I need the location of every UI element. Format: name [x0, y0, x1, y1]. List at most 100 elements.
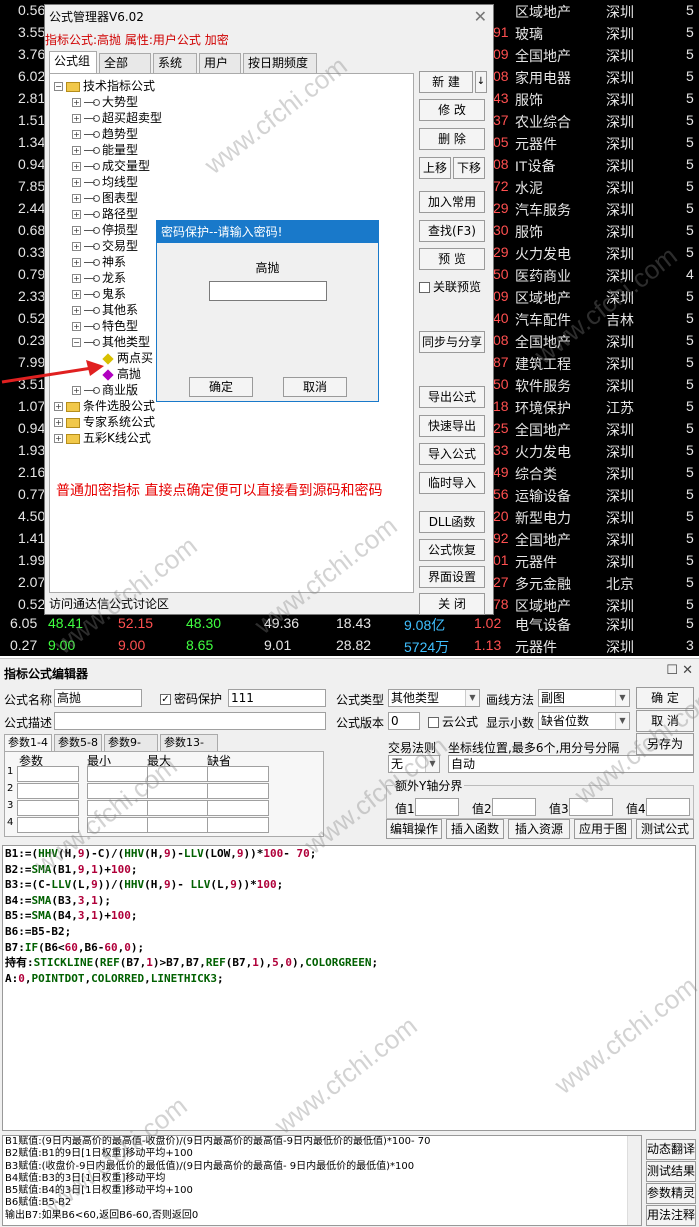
- tab-4[interactable]: 按日期频度: [243, 53, 317, 73]
- tree-node[interactable]: + 其他系: [72, 302, 138, 318]
- tree-node[interactable]: − 技术指标公式: [54, 78, 155, 94]
- password-input[interactable]: [209, 281, 327, 301]
- temp-import-button[interactable]: 临时导入: [419, 472, 485, 494]
- tab-2[interactable]: 系统: [153, 53, 197, 73]
- name-input[interactable]: 高抛: [54, 689, 142, 707]
- param-cell[interactable]: [17, 783, 79, 799]
- tree-node[interactable]: + 图表型: [72, 190, 138, 206]
- sync-share-button[interactable]: 同步与分享: [419, 331, 485, 353]
- axis-value-input[interactable]: [415, 798, 459, 816]
- desc-input[interactable]: [54, 712, 326, 730]
- decimals-select[interactable]: 缺省位数 ▼: [538, 712, 630, 730]
- expand-icon[interactable]: +: [72, 130, 81, 139]
- type-select[interactable]: 其他类型 ▼: [388, 689, 480, 707]
- param-tab-0[interactable]: 参数1-4: [4, 734, 52, 752]
- add-common-button[interactable]: 加入常用: [419, 191, 485, 213]
- collapse-icon[interactable]: −: [54, 82, 63, 91]
- stock-row[interactable]: 0.27 9.00 9.00 8.65 9.01 28.82 5724万 1.13 元器件 深圳 3: [0, 635, 699, 656]
- maximize-icon[interactable]: ☐: [666, 663, 678, 678]
- tree-node[interactable]: + 神系: [72, 254, 126, 270]
- tree-node[interactable]: + 停损型: [72, 222, 138, 238]
- tab-3[interactable]: 用户: [199, 53, 241, 73]
- move-down-button[interactable]: 下移: [453, 157, 485, 179]
- export-button[interactable]: 导出公式: [419, 386, 485, 408]
- axis-value-input[interactable]: [492, 798, 536, 816]
- side-button-2[interactable]: 参数精灵: [646, 1183, 696, 1204]
- action-button-4[interactable]: 测试公式: [636, 819, 694, 839]
- tree-node[interactable]: − 其他类型: [72, 334, 150, 350]
- side-button-0[interactable]: 动态翻译: [646, 1139, 696, 1160]
- expand-icon[interactable]: +: [72, 146, 81, 155]
- new-button[interactable]: 新 建: [419, 71, 473, 93]
- close-icon[interactable]: ✕: [474, 7, 487, 26]
- find-button[interactable]: 查找(F3): [419, 220, 485, 242]
- tree-node[interactable]: + 龙系: [72, 270, 126, 286]
- expand-icon[interactable]: +: [72, 114, 81, 123]
- modify-button[interactable]: 修 改: [419, 99, 485, 121]
- expand-icon[interactable]: +: [72, 322, 81, 331]
- tree-node[interactable]: + 五彩K线公式: [54, 430, 151, 446]
- tree-node[interactable]: + 交易型: [72, 238, 138, 254]
- password-field[interactable]: 111: [228, 689, 326, 707]
- scrollbar[interactable]: [627, 1136, 641, 1225]
- tree-node[interactable]: + 路径型: [72, 206, 138, 222]
- axis-value-input[interactable]: [646, 798, 690, 816]
- param-cell[interactable]: [207, 783, 269, 799]
- side-button-3[interactable]: 用法注释: [646, 1205, 696, 1226]
- expand-icon[interactable]: +: [72, 178, 81, 187]
- param-cell[interactable]: [147, 800, 209, 816]
- expand-icon[interactable]: +: [72, 258, 81, 267]
- close-button[interactable]: 关 闭: [419, 593, 485, 615]
- expand-icon[interactable]: +: [54, 418, 63, 427]
- tree-node[interactable]: + 超买超卖型: [72, 110, 162, 126]
- action-button-0[interactable]: 编辑操作: [386, 819, 442, 839]
- tree-node[interactable]: + 鬼系: [72, 286, 126, 302]
- close-icon[interactable]: ✕: [682, 663, 693, 678]
- tab-1[interactable]: 全部: [99, 53, 151, 73]
- pwd-protect-checkbox[interactable]: ✓ 密码保护: [160, 690, 222, 707]
- expand-icon[interactable]: +: [72, 242, 81, 251]
- coord-input[interactable]: 自动: [448, 755, 694, 773]
- expand-icon[interactable]: +: [72, 98, 81, 107]
- param-cell[interactable]: [207, 766, 269, 782]
- tree-node[interactable]: + 均线型: [72, 174, 138, 190]
- restore-button[interactable]: 公式恢复: [419, 539, 485, 561]
- expand-icon[interactable]: +: [72, 194, 81, 203]
- import-button[interactable]: 导入公式: [419, 443, 485, 465]
- expand-icon[interactable]: +: [72, 162, 81, 171]
- ui-settings-button[interactable]: 界面设置: [419, 566, 485, 588]
- cloud-checkbox[interactable]: 云公式: [428, 713, 478, 730]
- tree-node[interactable]: + 大势型: [72, 94, 138, 110]
- tab-0[interactable]: 公式组: [49, 51, 97, 73]
- tree-node[interactable]: + 趋势型: [72, 126, 138, 142]
- preview-button[interactable]: 预 览: [419, 248, 485, 270]
- expand-icon[interactable]: +: [54, 402, 63, 411]
- collapse-icon[interactable]: −: [72, 338, 81, 347]
- param-tab-1[interactable]: 参数5-8: [54, 734, 102, 752]
- expand-icon[interactable]: +: [72, 226, 81, 235]
- expand-icon[interactable]: +: [72, 274, 81, 283]
- param-cell[interactable]: [17, 800, 79, 816]
- tree-node[interactable]: + 能量型: [72, 142, 138, 158]
- draw-select[interactable]: 副图 ▼: [538, 689, 630, 707]
- link-preview-checkbox[interactable]: 关联预览: [419, 278, 481, 295]
- version-input[interactable]: 0: [388, 712, 420, 730]
- tree-node[interactable]: + 专家系统公式: [54, 414, 155, 430]
- param-cell[interactable]: [207, 800, 269, 816]
- action-button-2[interactable]: 插入资源: [508, 819, 570, 839]
- expand-icon[interactable]: +: [72, 290, 81, 299]
- action-button-3[interactable]: 应用于图: [574, 819, 632, 839]
- quick-export-button[interactable]: 快速导出: [419, 415, 485, 437]
- expand-icon[interactable]: +: [72, 306, 81, 315]
- expand-icon[interactable]: +: [54, 434, 63, 443]
- tree-node[interactable]: + 特色型: [72, 318, 138, 334]
- tree-node[interactable]: + 条件选股公式: [54, 398, 155, 414]
- delete-button[interactable]: 删 除: [419, 128, 485, 150]
- param-tab-3[interactable]: 参数13-16: [160, 734, 218, 765]
- action-button-1[interactable]: 插入函数: [446, 819, 504, 839]
- new-dropdown-icon[interactable]: ↓: [475, 71, 487, 93]
- tree-node[interactable]: + 成交量型: [72, 158, 150, 174]
- param-cell[interactable]: [207, 817, 269, 833]
- param-cell[interactable]: [17, 766, 79, 782]
- side-button-1[interactable]: 测试结果: [646, 1161, 696, 1182]
